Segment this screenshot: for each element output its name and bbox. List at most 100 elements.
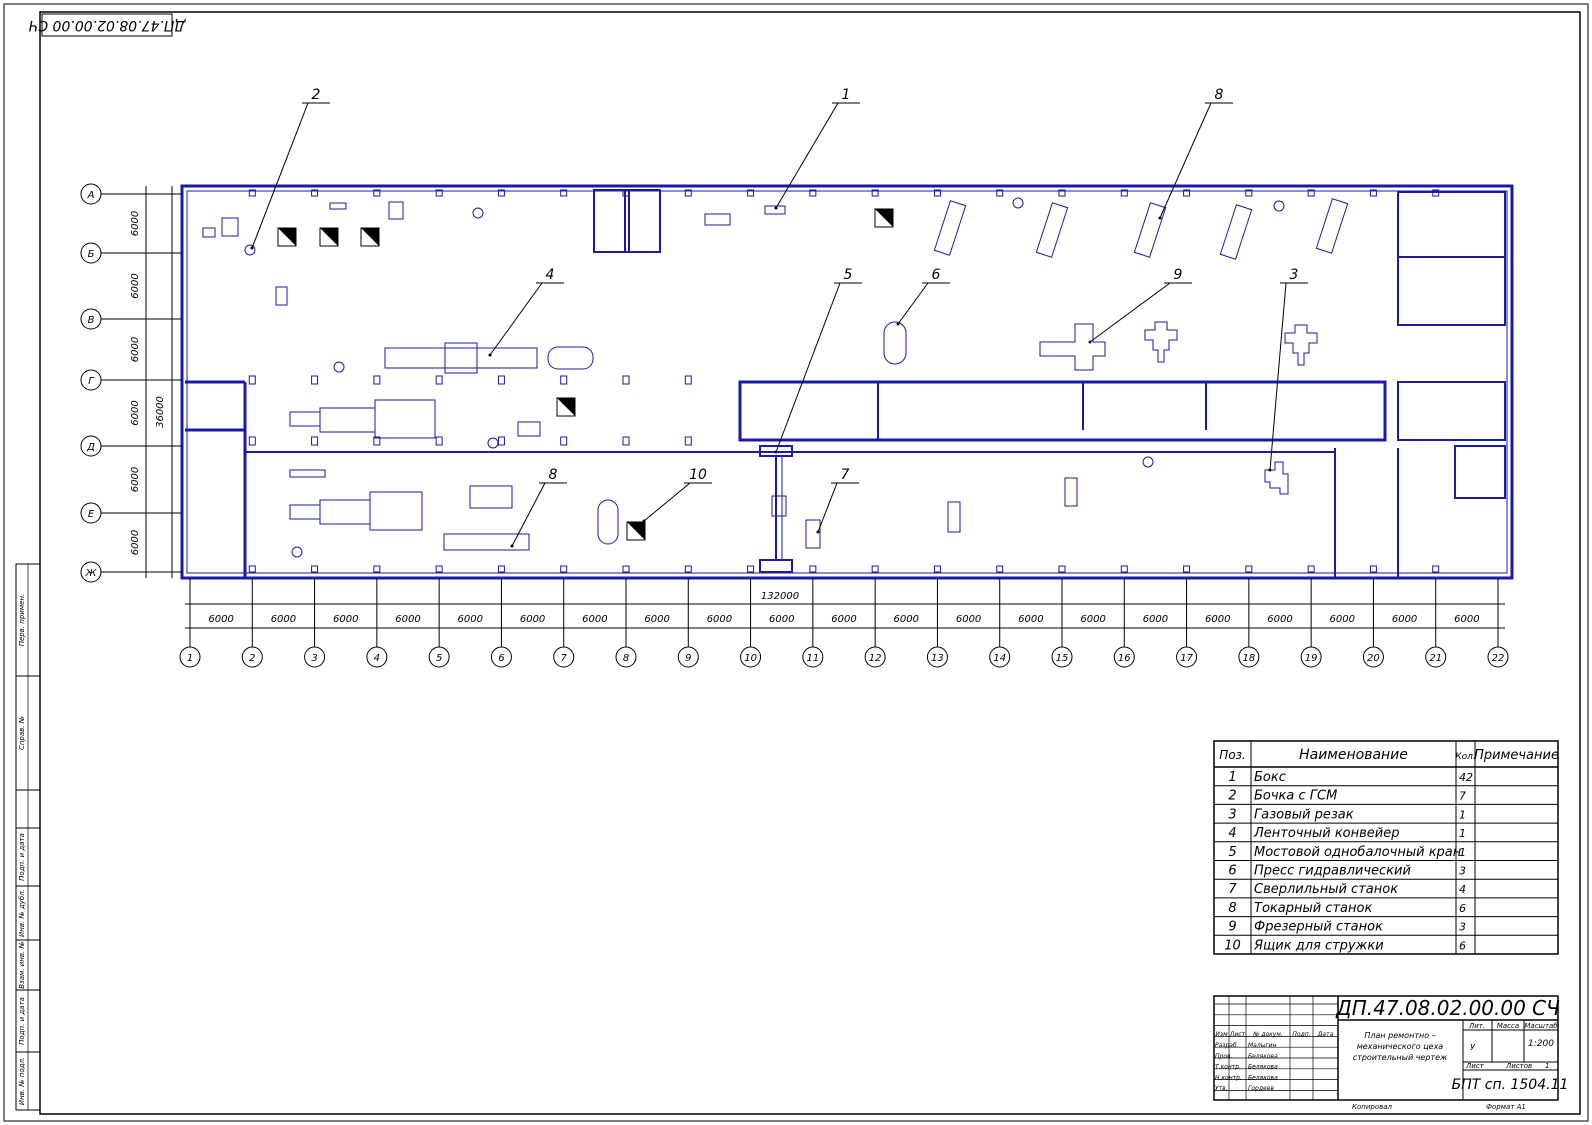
room-small-right	[1454, 445, 1506, 499]
barrel-icon	[1142, 456, 1154, 468]
room-top-right	[1397, 191, 1506, 326]
conveyor-end	[547, 346, 594, 370]
row-total-label: 36000	[155, 396, 166, 428]
sheets-value: 1	[1545, 1062, 1549, 1070]
spec-name: Бокс	[1254, 770, 1286, 785]
row-spacing-label: 6000	[130, 337, 141, 362]
callout-label: 4	[546, 267, 555, 283]
callout-label: 8	[549, 467, 558, 483]
side-stamp-label: Перв. примен.	[18, 594, 26, 647]
box-1b	[624, 189, 661, 253]
row-spacing-label: 6000	[130, 467, 141, 492]
spec-header: Кол.	[1455, 752, 1476, 762]
col-total-label: 132000	[761, 591, 799, 602]
row-axes: АБВГДЕЖ60006000600060006000600036000	[80, 183, 182, 583]
title-block: ДП.47.08.02.00.00 СЧИзм Лист № докум. Подп.…	[1213, 995, 1569, 1111]
col-axis-label: 11	[806, 653, 819, 664]
row-spacing-label: 6000	[130, 530, 141, 555]
col-spacing-label: 6000	[1143, 614, 1168, 625]
angled-box	[1133, 202, 1167, 258]
row-axis-label: Д	[86, 442, 95, 453]
people-name: Белякова	[1248, 1053, 1278, 1060]
col-spacing-label: 6000	[1330, 614, 1355, 625]
drawing-title-line: План ремонтно –	[1364, 1031, 1435, 1040]
callout-leader	[1159, 102, 1212, 219]
col-axis-label: 9	[685, 653, 691, 664]
side-stamp-label: Подп. и дата	[18, 833, 26, 881]
group-code: БПТ сп. 1504.11	[1452, 1077, 1569, 1093]
spec-pos: 6	[1228, 864, 1236, 879]
callout-leader	[251, 102, 309, 249]
column-marker	[1369, 565, 1377, 573]
angled-box	[1035, 202, 1069, 258]
column-marker	[311, 375, 319, 385]
barrel-icon	[472, 207, 484, 219]
col-spacing-label: 6000	[458, 614, 483, 625]
col-axis-label: 6	[498, 653, 504, 664]
col-spacing-label: 6000	[395, 614, 420, 625]
col-spacing-label: 6000	[1080, 614, 1105, 625]
callout-dot	[488, 353, 492, 357]
col-axis-label: 12	[869, 653, 882, 664]
column-marker	[373, 375, 381, 385]
callout-label: 10	[689, 467, 707, 483]
col-spacing-label: 6000	[956, 614, 981, 625]
callout-leader	[1269, 282, 1287, 471]
people-role: Т.контр.	[1215, 1064, 1241, 1071]
column-marker	[311, 565, 319, 573]
column-marker	[1245, 565, 1253, 573]
callout-dot	[774, 450, 778, 454]
spec-name: Фрезерный станок	[1254, 920, 1383, 935]
people-name: Гордеев	[1248, 1085, 1274, 1092]
spec-qty: 3	[1459, 865, 1466, 878]
row-axis-label: В	[88, 315, 95, 326]
people-role: Утв.	[1215, 1085, 1228, 1092]
col-spacing-label: 6000	[707, 614, 732, 625]
spec-qty: 6	[1459, 902, 1466, 915]
milling-machine-2	[1144, 321, 1178, 363]
col-axis-label: 1	[187, 653, 193, 664]
spec-qty: 1	[1459, 827, 1466, 840]
column-marker	[622, 565, 630, 573]
building-plan	[180, 184, 1514, 580]
equipment-small-6	[704, 213, 731, 226]
col-axis-label: 5	[436, 653, 442, 664]
title-col-header: Масса	[1497, 1022, 1519, 1030]
spec-qty: 7	[1459, 790, 1466, 803]
barrel-icon	[1012, 197, 1024, 209]
column-marker	[871, 565, 879, 573]
people-header: Подп.	[1292, 1031, 1310, 1038]
column-marker	[435, 375, 443, 385]
col-spacing-label: 6000	[208, 614, 233, 625]
spec-pos: 1	[1228, 770, 1236, 785]
gas-cutter	[1264, 461, 1289, 495]
column-marker	[996, 565, 1004, 573]
equipment-rect-1	[469, 485, 513, 509]
spec-name: Ленточный конвейер	[1253, 826, 1400, 841]
specification-table: Поз. Наименование Кол.Примечание 1 Бокс 42 2 Бо…	[1213, 740, 1559, 955]
callout-dot	[896, 322, 900, 326]
equipment-small-7	[947, 501, 961, 533]
column-axes: 1320001 2 3 4 5 6 7 8 9 10 11 12 13 14 15 16 17 18 19 20 21 2…	[179, 578, 1509, 668]
barrel-icon	[291, 546, 303, 558]
col-axis-label: 7	[561, 653, 568, 664]
spec-pos: 7	[1228, 882, 1237, 897]
spec-pos: 3	[1228, 807, 1236, 822]
people-header: № докум.	[1252, 1031, 1283, 1038]
spec-pos: 8	[1228, 901, 1236, 916]
row-axis-label: Ж	[85, 568, 98, 579]
callouts: 2 1 8 4 5 6 9 3 8 10 7	[250, 87, 1308, 548]
people-name: Малыгин	[1248, 1042, 1276, 1049]
milling-machine-9	[1039, 323, 1106, 371]
barrel-icon	[487, 437, 499, 449]
callout-leader	[489, 282, 543, 356]
callout-dot	[816, 530, 820, 534]
col-spacing-label: 6000	[1018, 614, 1043, 625]
equipment-rect-2	[517, 421, 541, 437]
press-lower	[597, 499, 619, 545]
drawing-title-line: механического цеха	[1357, 1042, 1444, 1051]
room-middle-right	[1397, 381, 1506, 441]
callout-dot	[510, 544, 514, 548]
callout-dot	[1158, 216, 1162, 220]
column-marker	[622, 375, 630, 385]
